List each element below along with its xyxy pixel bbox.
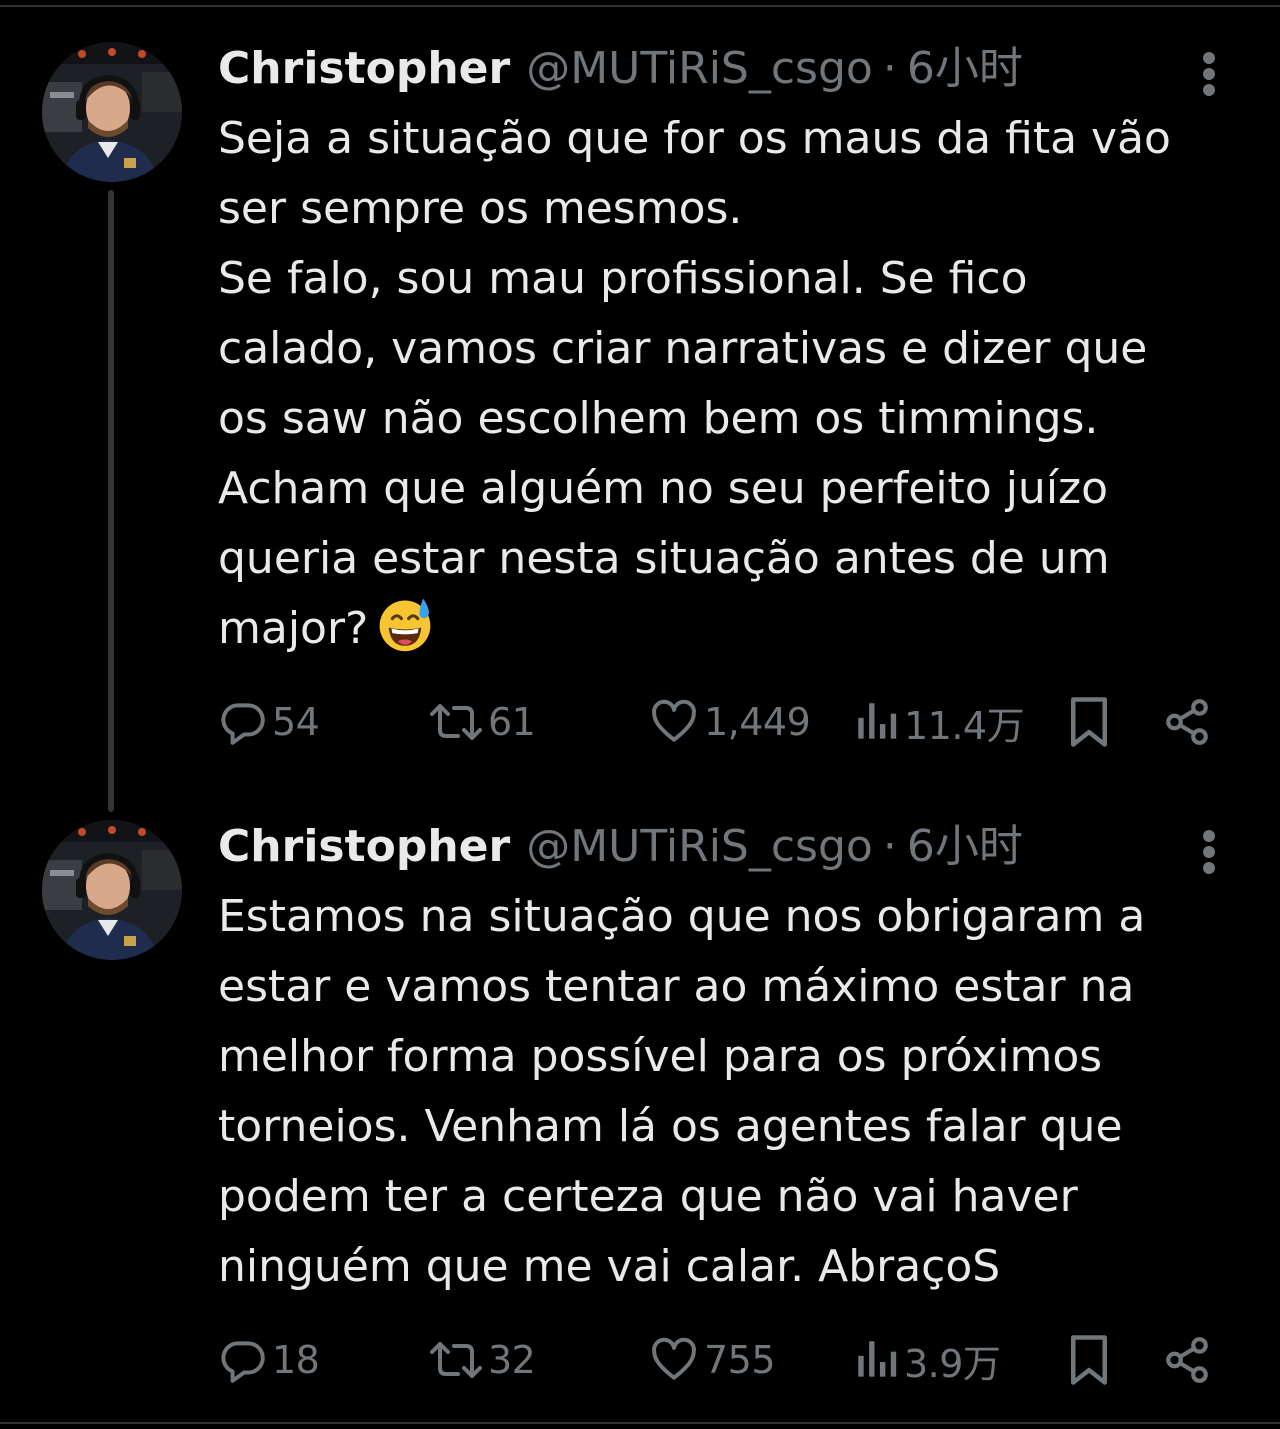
- tweet-actions: 18 32 755 3.9万: [218, 1330, 1218, 1390]
- retweet-icon: [430, 704, 482, 740]
- user-handle[interactable]: @MUTiRiS_csgo: [526, 818, 873, 876]
- tweet[interactable]: Christopher @MUTiRiS_csgo · 6小时 Estamos …: [0, 818, 1280, 1398]
- reply-count: 54: [272, 700, 320, 744]
- more-options-icon[interactable]: [1196, 826, 1224, 874]
- tweet-text-line: os saw não escolhem bem os timmings.: [218, 393, 1099, 444]
- bookmark-button[interactable]: [1066, 692, 1112, 752]
- views-count: 11.4万: [904, 703, 1025, 748]
- tweet-text-line: Se falo, sou mau profissional. Se fico: [218, 253, 1028, 304]
- heart-icon: [652, 1337, 696, 1380]
- tweet[interactable]: Christopher @MUTiRiS_csgo · 6小时 Seja a s…: [0, 40, 1280, 770]
- tweet-actions: 54 61 1,449 11.4万: [218, 692, 1218, 752]
- tweet-text-line: podem ter a certeza que não vai haver: [218, 1171, 1078, 1222]
- timestamp[interactable]: 6小时: [907, 40, 1023, 98]
- views-button[interactable]: 11.4万: [854, 692, 1025, 752]
- tweet-text-line: ninguém que me vai calar. AbraçoS: [218, 1241, 1001, 1292]
- bottom-divider: [0, 1422, 1280, 1424]
- separator-dot: ·: [882, 821, 897, 872]
- share-button[interactable]: [1162, 1330, 1212, 1390]
- heart-icon: [652, 699, 696, 742]
- display-name[interactable]: Christopher: [218, 40, 510, 98]
- avatar-image: [42, 42, 182, 182]
- display-name[interactable]: Christopher: [218, 818, 510, 876]
- views-icon: [858, 1341, 897, 1377]
- avatar-image: [42, 820, 182, 960]
- bookmark-icon: [1071, 697, 1107, 747]
- reply-button[interactable]: 18: [218, 1330, 320, 1390]
- tweet-text-line: major?: [218, 603, 369, 654]
- reply-icon: [221, 1341, 265, 1383]
- like-count: 755: [704, 1338, 776, 1382]
- tweet-text-line: Acham que alguém no seu perfeito juízo: [218, 463, 1109, 514]
- tweet-header: Christopher @MUTiRiS_csgo · 6小时: [218, 40, 1023, 98]
- avatar[interactable]: [42, 820, 182, 960]
- tweet-text-line: calado, vamos criar narrativas e dizer q…: [218, 323, 1148, 374]
- avatar[interactable]: [42, 42, 182, 182]
- retweet-count: 61: [488, 700, 536, 744]
- views-button[interactable]: 3.9万: [854, 1330, 1001, 1390]
- views-count: 3.9万: [904, 1341, 1001, 1386]
- like-button[interactable]: 1,449: [648, 692, 811, 752]
- retweet-count: 32: [488, 1338, 536, 1382]
- tweet-text-line: torneios. Venham lá os agentes falar que: [218, 1101, 1123, 1152]
- like-button[interactable]: 755: [648, 1330, 776, 1390]
- share-icon: [1166, 1337, 1208, 1383]
- tweet-text-line-last: major?: [218, 594, 1258, 664]
- share-icon: [1166, 699, 1208, 745]
- tweet-text-line: estar e vamos tentar ao máximo estar na: [218, 961, 1135, 1012]
- tweet-text: Estamos na situação que nos obrigaram a …: [218, 882, 1258, 1302]
- tweet-text-line: melhor forma possível para os próximos: [218, 1031, 1103, 1082]
- retweet-icon: [430, 1342, 482, 1378]
- user-handle[interactable]: @MUTiRiS_csgo: [526, 40, 873, 98]
- bookmark-icon: [1071, 1335, 1107, 1385]
- like-count: 1,449: [704, 700, 811, 744]
- retweet-button[interactable]: 61: [428, 692, 536, 752]
- retweet-button[interactable]: 32: [428, 1330, 536, 1390]
- tweet-text-line: ser sempre os mesmos.: [218, 183, 743, 234]
- share-button[interactable]: [1162, 692, 1212, 752]
- tweet-header: Christopher @MUTiRiS_csgo · 6小时: [218, 818, 1023, 876]
- top-divider: [0, 5, 1280, 7]
- timestamp[interactable]: 6小时: [907, 818, 1023, 876]
- views-icon: [858, 703, 897, 739]
- tweet-text-line: queria estar nesta situação antes de um: [218, 533, 1110, 584]
- grinning-face-with-sweat-emoji: [380, 598, 431, 652]
- tweet-text-line: Estamos na situação que nos obrigaram a: [218, 891, 1146, 942]
- separator-dot: ·: [882, 43, 897, 94]
- reply-button[interactable]: 54: [218, 692, 320, 752]
- bookmark-button[interactable]: [1066, 1330, 1112, 1390]
- tweet-text-line: Seja a situação que for os maus da fita …: [218, 113, 1171, 164]
- tweet-text: Seja a situação que for os maus da fita …: [218, 104, 1258, 664]
- reply-icon: [221, 703, 265, 745]
- more-options-icon[interactable]: [1196, 48, 1224, 96]
- reply-count: 18: [272, 1338, 320, 1382]
